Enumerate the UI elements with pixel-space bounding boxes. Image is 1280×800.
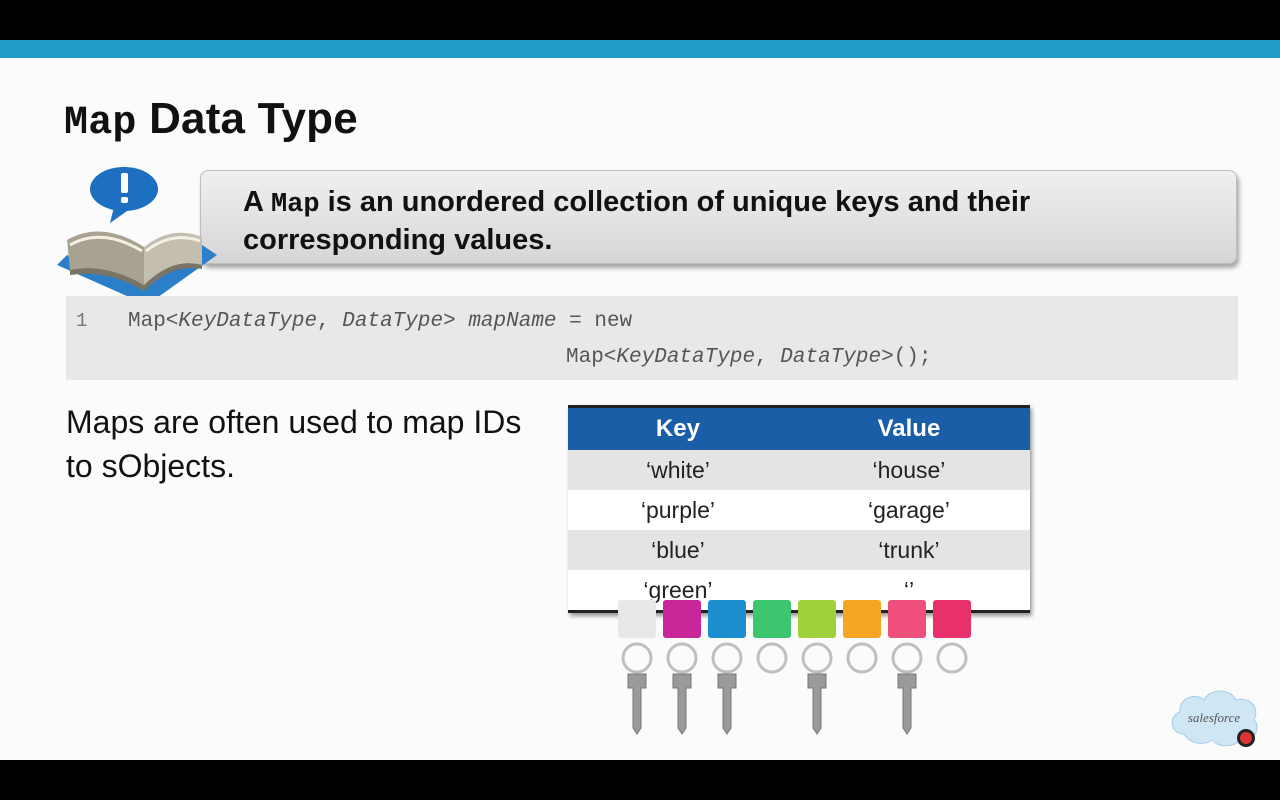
code-token: mapName — [468, 310, 557, 333]
key-cell: ‘white’ — [568, 450, 788, 490]
logo-text: salesforce — [1188, 710, 1240, 725]
table-row: ‘white’ ‘house’ — [568, 450, 1030, 490]
code-token: DataType — [780, 346, 882, 369]
keys-image — [618, 600, 971, 735]
line-number: 1 — [76, 310, 88, 332]
key-tag — [618, 600, 656, 638]
key-shape — [717, 673, 737, 735]
key-tag — [663, 600, 701, 638]
callout-prefix: A — [243, 186, 263, 218]
book-icon — [57, 167, 217, 305]
body-text: Maps are often used to map IDs to sObjec… — [66, 404, 522, 484]
code-block: 1 Map<KeyDataType, DataType> mapName = n… — [66, 296, 1238, 380]
key-ring — [711, 642, 743, 674]
key-tag — [933, 600, 971, 638]
code-token: , — [317, 310, 343, 333]
key-ring — [936, 642, 968, 674]
definition-callout: A Map is an unordered collection of uniq… — [200, 170, 1237, 264]
key-ring — [801, 642, 833, 674]
header-key: Key — [568, 405, 788, 450]
key-shape — [672, 673, 692, 735]
header-value: Value — [787, 405, 1030, 450]
slide: Map Data Type A Map is an unordered coll… — [0, 40, 1280, 760]
key-ring — [621, 642, 653, 674]
key-shape — [807, 673, 827, 735]
key-ring — [846, 642, 878, 674]
code-token: Map< — [566, 346, 617, 369]
slide-title: Map Data Type — [64, 94, 358, 146]
key-tag — [708, 600, 746, 638]
key-ring — [666, 642, 698, 674]
key-ring — [756, 642, 788, 674]
code-token: DataType — [342, 310, 444, 333]
key-cell: ‘blue’ — [568, 530, 788, 570]
key-tag — [753, 600, 791, 638]
table-row: ‘purple’ ‘garage’ — [568, 490, 1030, 530]
code-token: , — [755, 346, 781, 369]
callout-body: is an unordered collection of unique key… — [243, 186, 1031, 256]
title-text: Data Type — [149, 94, 358, 143]
key-tag — [843, 600, 881, 638]
salesforce-logo: salesforce — [1171, 690, 1258, 747]
key-shape — [627, 673, 647, 735]
key-tag — [888, 600, 926, 638]
code-token: >(); — [881, 346, 932, 369]
callout-text: A Map is an unordered collection of uniq… — [243, 185, 1206, 258]
accent-bar — [0, 40, 1280, 58]
value-cell: ‘house’ — [787, 450, 1030, 490]
key-shape — [897, 673, 917, 735]
value-cell: ‘garage’ — [787, 490, 1030, 530]
code-token: > — [443, 310, 469, 333]
value-cell: ‘trunk’ — [787, 530, 1030, 570]
key-cell: ‘purple’ — [568, 490, 788, 530]
callout-code: Map — [270, 190, 320, 220]
key-ring — [891, 642, 923, 674]
title-code: Map — [64, 101, 137, 146]
code-token: Map< — [128, 310, 179, 333]
key-tag — [798, 600, 836, 638]
code-token: KeyDataType — [616, 346, 756, 369]
map-table: Key Value ‘white’ ‘house’ ‘purple’ ‘gara… — [568, 405, 1030, 613]
code-token: KeyDataType — [178, 310, 318, 333]
code-token: = new — [556, 310, 633, 333]
code-line-2: Map<KeyDataType, DataType>(); — [566, 346, 932, 369]
table-row: ‘blue’ ‘trunk’ — [568, 530, 1030, 570]
code-line-1: Map<KeyDataType, DataType> mapName = new — [128, 310, 632, 333]
alert-bubble-icon — [90, 167, 158, 223]
